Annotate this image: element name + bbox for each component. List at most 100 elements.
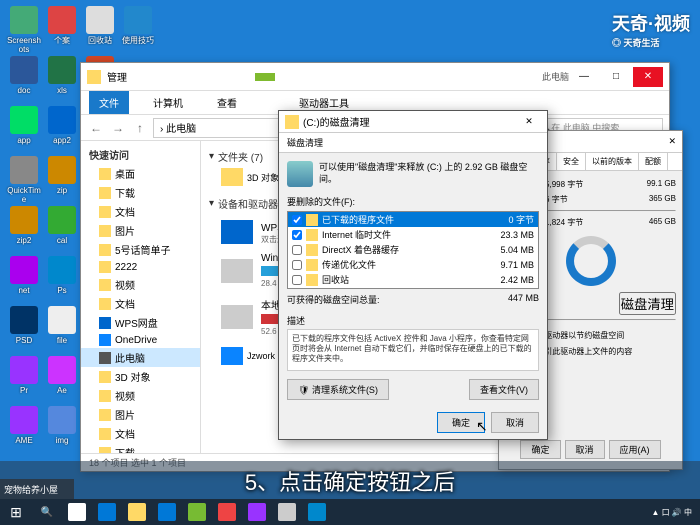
close-icon[interactable]: ✕ <box>517 116 541 127</box>
cleanup-item-checkbox[interactable] <box>292 245 302 255</box>
sidebar-item[interactable]: 视频 <box>81 275 200 294</box>
search-button[interactable]: 🔍 <box>32 499 62 525</box>
desktop-icon[interactable]: app2 <box>44 106 80 145</box>
view-files-button[interactable]: 查看文件(V) <box>469 379 539 400</box>
desktop-icon[interactable]: file <box>44 306 80 345</box>
system-tray[interactable]: ▲ 口 🔊 中 <box>643 507 700 518</box>
cleanup-item[interactable]: 已下载的程序文件0 字节 <box>288 212 538 227</box>
desktop-icon[interactable]: 个案 <box>44 6 80 45</box>
cleanup-item[interactable]: 回收站2.42 MB <box>288 272 538 287</box>
cleanup-item-checkbox[interactable] <box>292 215 302 225</box>
cleanup-item-checkbox[interactable] <box>292 260 302 270</box>
watermark: 天奇·视频 ◎ 天奇生活 <box>612 10 690 49</box>
cleanup-ok-button[interactable]: 确定 <box>437 412 485 433</box>
sidebar-item[interactable]: 2222 <box>81 259 200 275</box>
taskbar-app[interactable] <box>122 499 152 525</box>
desktop-icon[interactable]: AME <box>6 406 42 445</box>
cleanup-file-list[interactable]: 已下载的程序文件0 字节Internet 临时文件23.3 MBDirectX … <box>287 211 539 289</box>
taskbar-app[interactable] <box>212 499 242 525</box>
sidebar-item[interactable]: 5号话筒单子 <box>81 240 200 259</box>
disk-cleanup-dialog: (C:)的磁盘清理 ✕ 磁盘清理 可以使用"磁盘清理"来释放 (C:) 上的 2… <box>278 110 548 440</box>
desktop-icon[interactable]: 回收站 <box>82 6 118 45</box>
cleanup-tab[interactable]: 磁盘清理 <box>279 133 547 153</box>
desktop-icon[interactable]: Pr <box>6 356 42 395</box>
maximize-button[interactable]: □ <box>601 67 631 87</box>
sidebar-item[interactable]: 文档 <box>81 202 200 221</box>
cleanup-info-text: 可以使用"磁盘清理"来释放 (C:) 上的 2.92 GB 磁盘空间。 <box>319 161 539 187</box>
props-apply-button[interactable]: 应用(A) <box>609 440 661 459</box>
desktop-icon[interactable]: xls <box>44 56 80 95</box>
sidebar-item[interactable]: 文档 <box>81 294 200 313</box>
desc-text: 已下载的程序文件包括 ActiveX 控件和 Java 小程序，你查看特定网页时… <box>287 329 539 371</box>
taskbar-app[interactable] <box>242 499 272 525</box>
sidebar-item[interactable]: 图片 <box>81 405 200 424</box>
cleanup-item[interactable]: 传递优化文件9.71 MB <box>288 257 538 272</box>
close-icon[interactable]: ✕ <box>668 136 676 147</box>
folder-item[interactable]: 3D 对象 <box>221 168 281 186</box>
sidebar-item[interactable]: 桌面 <box>81 164 200 183</box>
taskbar-app[interactable] <box>272 499 302 525</box>
cleanup-item[interactable]: Internet 临时文件23.3 MB <box>288 227 538 242</box>
cleanup-info-icon <box>287 161 313 187</box>
sidebar-onedrive[interactable]: OneDrive <box>81 332 200 348</box>
cleanup-cancel-button[interactable]: 取消 <box>491 412 539 433</box>
usage-chart <box>566 236 616 286</box>
files-label: 要删除的文件(F): <box>287 195 539 208</box>
ribbon-mgmt <box>255 73 275 81</box>
desktop-icon[interactable]: img <box>44 406 80 445</box>
minimize-button[interactable]: — <box>569 67 599 87</box>
desktop-icon[interactable]: Screenshots <box>6 6 42 54</box>
explorer-titlebar[interactable]: 管理 此电脑 — □ ✕ <box>81 63 669 91</box>
desktop-icon[interactable]: zip <box>44 156 80 195</box>
cleanup-item-checkbox[interactable] <box>292 230 302 240</box>
clean-system-button[interactable]: 🛡 清理系统文件(S) <box>287 379 389 400</box>
props-ok-button[interactable]: 确定 <box>520 440 560 459</box>
desktop-icon[interactable]: 使用技巧 <box>120 6 156 45</box>
desktop-icon[interactable]: app <box>6 106 42 145</box>
sidebar-item[interactable]: 下载 <box>81 183 200 202</box>
sidebar-quick[interactable]: 快速访问 <box>81 145 200 164</box>
cleanup-item-checkbox[interactable] <box>292 275 302 285</box>
sidebar-item[interactable]: 视频 <box>81 386 200 405</box>
taskbar-app[interactable] <box>302 499 332 525</box>
jzwork-item[interactable]: Jzwork <box>221 347 281 365</box>
ribbon-tab-computer[interactable]: 计算机 <box>143 91 193 114</box>
cleanup-item[interactable]: DirectX 着色器缓存5.04 MB <box>288 242 538 257</box>
tab-prev[interactable]: 以前的版本 <box>586 153 639 170</box>
desktop-icon[interactable]: zip2 <box>6 206 42 245</box>
ribbon-tab-file[interactable]: 文件 <box>89 91 129 114</box>
mini-window[interactable]: 宠物给养小屋 <box>0 479 74 499</box>
desktop-icon[interactable]: cal <box>44 206 80 245</box>
desktop-icon[interactable]: Ae <box>44 356 80 395</box>
taskbar-app[interactable] <box>62 499 92 525</box>
forward-button[interactable]: → <box>109 119 127 137</box>
desktop-icon[interactable]: doc <box>6 56 42 95</box>
sidebar-wps[interactable]: WPS网盘 <box>81 313 200 332</box>
cleanup-titlebar[interactable]: (C:)的磁盘清理 ✕ <box>279 111 547 133</box>
sidebar-item[interactable]: 3D 对象 <box>81 367 200 386</box>
desktop-icon[interactable]: Ps <box>44 256 80 295</box>
back-button[interactable]: ← <box>87 119 105 137</box>
tab-security[interactable]: 安全 <box>557 153 586 170</box>
close-button[interactable]: ✕ <box>633 67 663 87</box>
props-cancel-button[interactable]: 取消 <box>565 440 605 459</box>
desktop-icon[interactable]: QuickTime <box>6 156 42 204</box>
video-caption: 5、点击确定按钮之后 <box>0 461 700 501</box>
desktop-icon[interactable]: PSD <box>6 306 42 345</box>
sidebar-item[interactable]: 下载 <box>81 443 200 453</box>
up-button[interactable]: ↑ <box>131 119 149 137</box>
sidebar-item[interactable]: 文档 <box>81 424 200 443</box>
taskbar-app[interactable] <box>92 499 122 525</box>
taskbar: ⊞ 🔍 ▲ 口 🔊 中 <box>0 499 700 525</box>
explorer-icon <box>87 70 101 84</box>
tab-quota[interactable]: 配额 <box>639 153 668 170</box>
taskbar-app[interactable] <box>152 499 182 525</box>
sidebar-item[interactable]: 图片 <box>81 221 200 240</box>
start-button[interactable]: ⊞ <box>0 499 32 525</box>
taskbar-app[interactable] <box>182 499 212 525</box>
ribbon-tab-view[interactable]: 查看 <box>207 91 247 114</box>
sidebar: 快速访问 桌面下载文档图片5号话筒单子2222视频文档 WPS网盘 OneDri… <box>81 141 201 453</box>
disk-cleanup-button[interactable]: 磁盘清理 <box>619 292 676 315</box>
desktop-icon[interactable]: net <box>6 256 42 295</box>
sidebar-thispc[interactable]: 此电脑 <box>81 348 200 367</box>
